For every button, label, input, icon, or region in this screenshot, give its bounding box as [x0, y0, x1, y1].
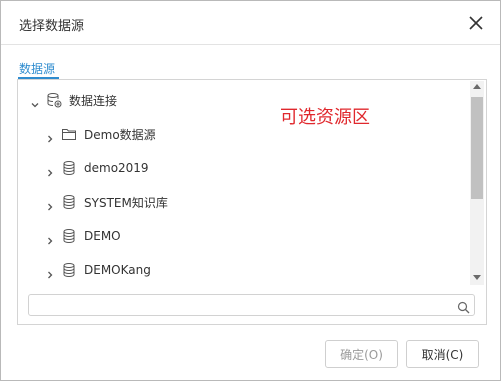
chevron-right-icon[interactable] — [45, 197, 55, 211]
chevron-right-icon[interactable] — [45, 231, 55, 245]
dialog-titlebar: 选择数据源 — [1, 1, 500, 45]
tree-node-demokang[interactable]: DEMOKang — [45, 259, 151, 281]
scrollbar-thumb[interactable] — [471, 97, 483, 199]
chevron-right-icon[interactable] — [45, 163, 55, 177]
database-connection-icon — [46, 92, 62, 108]
datasource-tree: 数据连接 Demo数据源 demo2019 SYSTEM知识库 DEMO DEM… — [18, 80, 468, 286]
scroll-down-arrow-icon[interactable] — [473, 275, 481, 280]
close-icon[interactable] — [465, 12, 487, 34]
tree-node-label: Demo数据源 — [84, 127, 156, 142]
ok-button[interactable]: 确定(O) — [325, 340, 398, 368]
scroll-up-arrow-icon[interactable] — [473, 84, 481, 89]
chevron-right-icon[interactable] — [45, 129, 55, 143]
tree-node-label: DEMO — [84, 229, 121, 243]
tree-node-label: DEMOKang — [84, 263, 151, 277]
select-datasource-dialog: 选择数据源 数据源 数据连接 Demo数据源 demo2019 SYSTEM知识… — [0, 0, 501, 381]
annotation-text: 可选资源区 — [280, 107, 370, 128]
chevron-down-icon[interactable] — [30, 95, 40, 108]
tree-node-root[interactable]: 数据连接 — [30, 89, 117, 111]
dialog-title: 选择数据源 — [19, 19, 85, 34]
chevron-right-icon[interactable] — [45, 265, 55, 279]
tree-node-label: SYSTEM知识库 — [84, 195, 168, 210]
database-icon — [61, 160, 77, 176]
tree-node-demo2019[interactable]: demo2019 — [45, 157, 149, 179]
tree-node-label: demo2019 — [84, 161, 149, 175]
tree-node-demo-datasource[interactable]: Demo数据源 — [45, 123, 156, 145]
database-icon — [61, 228, 77, 244]
resource-panel: 数据连接 Demo数据源 demo2019 SYSTEM知识库 DEMO DEM… — [17, 79, 487, 325]
tree-node-demo[interactable]: DEMO — [45, 225, 121, 247]
tree-node-label: 数据连接 — [69, 93, 118, 108]
search-box[interactable] — [28, 294, 475, 316]
database-icon — [61, 194, 77, 210]
cancel-button[interactable]: 取消(C) — [406, 340, 479, 368]
tree-node-system-kb[interactable]: SYSTEM知识库 — [45, 191, 168, 213]
folder-icon — [61, 126, 77, 142]
search-icon[interactable] — [457, 299, 470, 314]
tab-datasource[interactable]: 数据源 — [19, 60, 55, 77]
database-icon — [61, 262, 77, 278]
search-input[interactable] — [35, 297, 445, 313]
